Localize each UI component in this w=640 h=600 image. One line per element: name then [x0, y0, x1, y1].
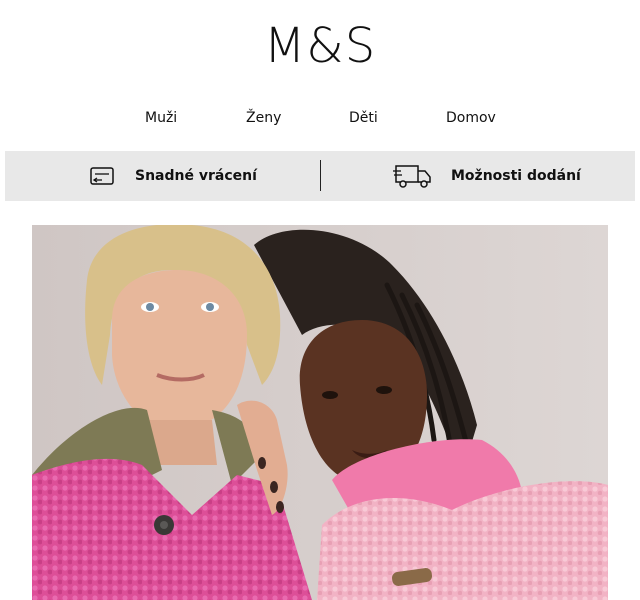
- email-page: M&S Muži Ženy Děti Domov Snadné vrácení: [0, 0, 640, 600]
- brand-logo[interactable]: M&S: [0, 16, 640, 76]
- hero-image[interactable]: [32, 225, 608, 600]
- delivery-options-label: Možnosti dodání: [451, 168, 581, 184]
- nav-item-muzi[interactable]: Muži: [145, 108, 177, 128]
- category-nav: Muži Ženy Děti Domov: [0, 108, 640, 130]
- nav-item-domov[interactable]: Domov: [446, 108, 496, 128]
- hero-illustration: [32, 225, 608, 600]
- delivery-options-link[interactable]: Možnosti dodání: [393, 151, 581, 201]
- easy-returns-label: Snadné vrácení: [135, 168, 257, 184]
- nav-item-deti[interactable]: Děti: [349, 108, 378, 128]
- nav-item-zeny[interactable]: Ženy: [246, 108, 281, 128]
- service-bar: Snadné vrácení Možnosti dodání: [5, 151, 635, 201]
- easy-returns-link[interactable]: Snadné vrácení: [89, 151, 257, 201]
- returns-package-icon: [89, 164, 117, 188]
- delivery-truck-icon: [393, 162, 433, 190]
- service-divider: [320, 160, 321, 191]
